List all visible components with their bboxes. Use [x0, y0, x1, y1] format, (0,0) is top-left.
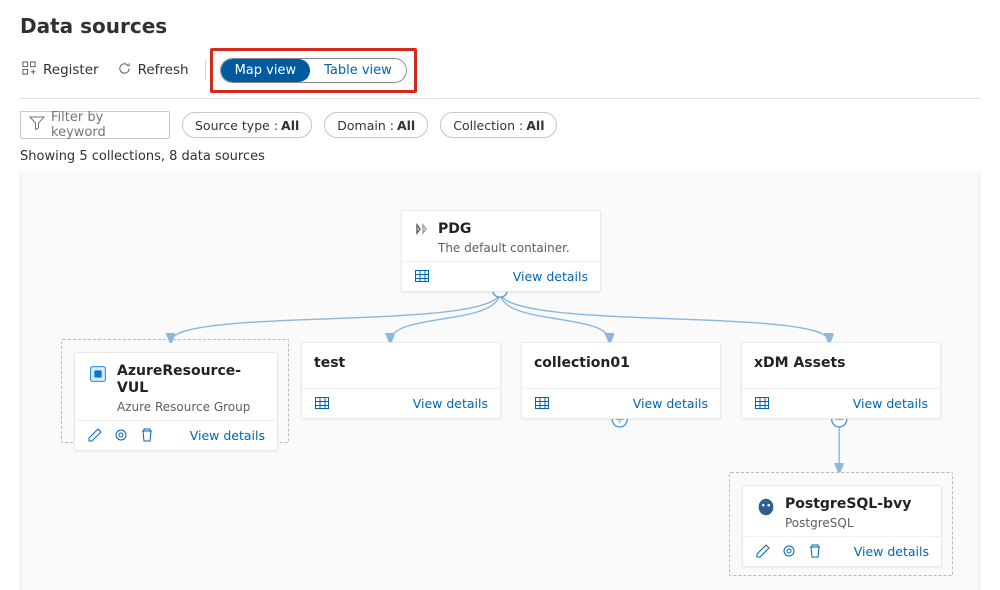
- node-collection01[interactable]: collection01 View details: [521, 342, 721, 419]
- refresh-label: Refresh: [138, 62, 189, 78]
- filter-row: Filter by keyword Source type :All Domai…: [0, 111, 1000, 139]
- postgresql-icon: [755, 496, 777, 522]
- view-details-link[interactable]: View details: [633, 396, 708, 411]
- register-label: Register: [43, 62, 99, 78]
- node-title: test: [314, 353, 345, 382]
- node-title: AzureResource-VUL: [117, 363, 265, 397]
- summary-text: Showing 5 collections, 8 data sources: [0, 149, 1000, 172]
- node-azure-resource[interactable]: AzureResource-VUL Azure Resource Group V…: [74, 352, 278, 451]
- delete-icon[interactable]: [807, 543, 823, 559]
- edit-icon[interactable]: [755, 543, 771, 559]
- node-subtitle: The default container.: [438, 241, 570, 255]
- table-view-tab[interactable]: Table view: [310, 59, 406, 82]
- view-details-link[interactable]: View details: [853, 396, 928, 411]
- refresh-button[interactable]: Refresh: [115, 57, 191, 84]
- filter-placeholder: Filter by keyword: [51, 110, 161, 140]
- group-postgres: PostgreSQL-bvy PostgreSQL View details: [729, 472, 953, 576]
- refresh-icon: [117, 61, 132, 80]
- grid-plus-icon: [22, 61, 37, 80]
- filter-domain[interactable]: Domain :All: [324, 112, 428, 138]
- node-xdm-assets[interactable]: xDM Assets View details: [741, 342, 941, 419]
- delete-icon[interactable]: [139, 427, 155, 443]
- page-title: Data sources: [20, 14, 1000, 38]
- edit-icon[interactable]: [87, 427, 103, 443]
- table-icon[interactable]: [754, 395, 770, 411]
- filter-source-type[interactable]: Source type :All: [182, 112, 312, 138]
- view-toggle: Map view Table view: [220, 58, 407, 83]
- register-button[interactable]: Register: [20, 57, 101, 84]
- filter-icon: [29, 115, 45, 135]
- node-pdg[interactable]: PDG The default container. View details: [401, 210, 601, 292]
- filter-keyword-input[interactable]: Filter by keyword: [20, 111, 170, 139]
- azure-resource-group-icon: [87, 363, 109, 389]
- command-bar: Register Refresh Map view Table view: [0, 52, 1000, 88]
- table-icon[interactable]: [414, 268, 430, 284]
- node-title: collection01: [534, 353, 630, 382]
- view-details-link[interactable]: View details: [190, 428, 265, 443]
- divider: [20, 98, 980, 99]
- node-title: PDG: [438, 221, 570, 238]
- table-icon[interactable]: [314, 395, 330, 411]
- toolbar-separator: [205, 60, 206, 80]
- filter-collection[interactable]: Collection :All: [440, 112, 557, 138]
- scan-icon[interactable]: [781, 543, 797, 559]
- node-subtitle: Azure Resource Group: [117, 400, 265, 414]
- node-test[interactable]: test View details: [301, 342, 501, 419]
- view-details-link[interactable]: View details: [854, 544, 929, 559]
- table-icon[interactable]: [534, 395, 550, 411]
- node-postgresql[interactable]: PostgreSQL-bvy PostgreSQL View details: [742, 485, 942, 567]
- view-details-link[interactable]: View details: [413, 396, 488, 411]
- node-title: PostgreSQL-bvy: [785, 496, 911, 513]
- view-details-link[interactable]: View details: [513, 269, 588, 284]
- map-view-tab[interactable]: Map view: [221, 59, 311, 82]
- map-canvas[interactable]: PDG The default container. View details …: [20, 172, 980, 590]
- scan-icon[interactable]: [113, 427, 129, 443]
- group-azure: AzureResource-VUL Azure Resource Group V…: [61, 339, 289, 443]
- collection-icon: [414, 221, 430, 241]
- node-title: xDM Assets: [754, 353, 845, 382]
- node-subtitle: PostgreSQL: [785, 516, 911, 530]
